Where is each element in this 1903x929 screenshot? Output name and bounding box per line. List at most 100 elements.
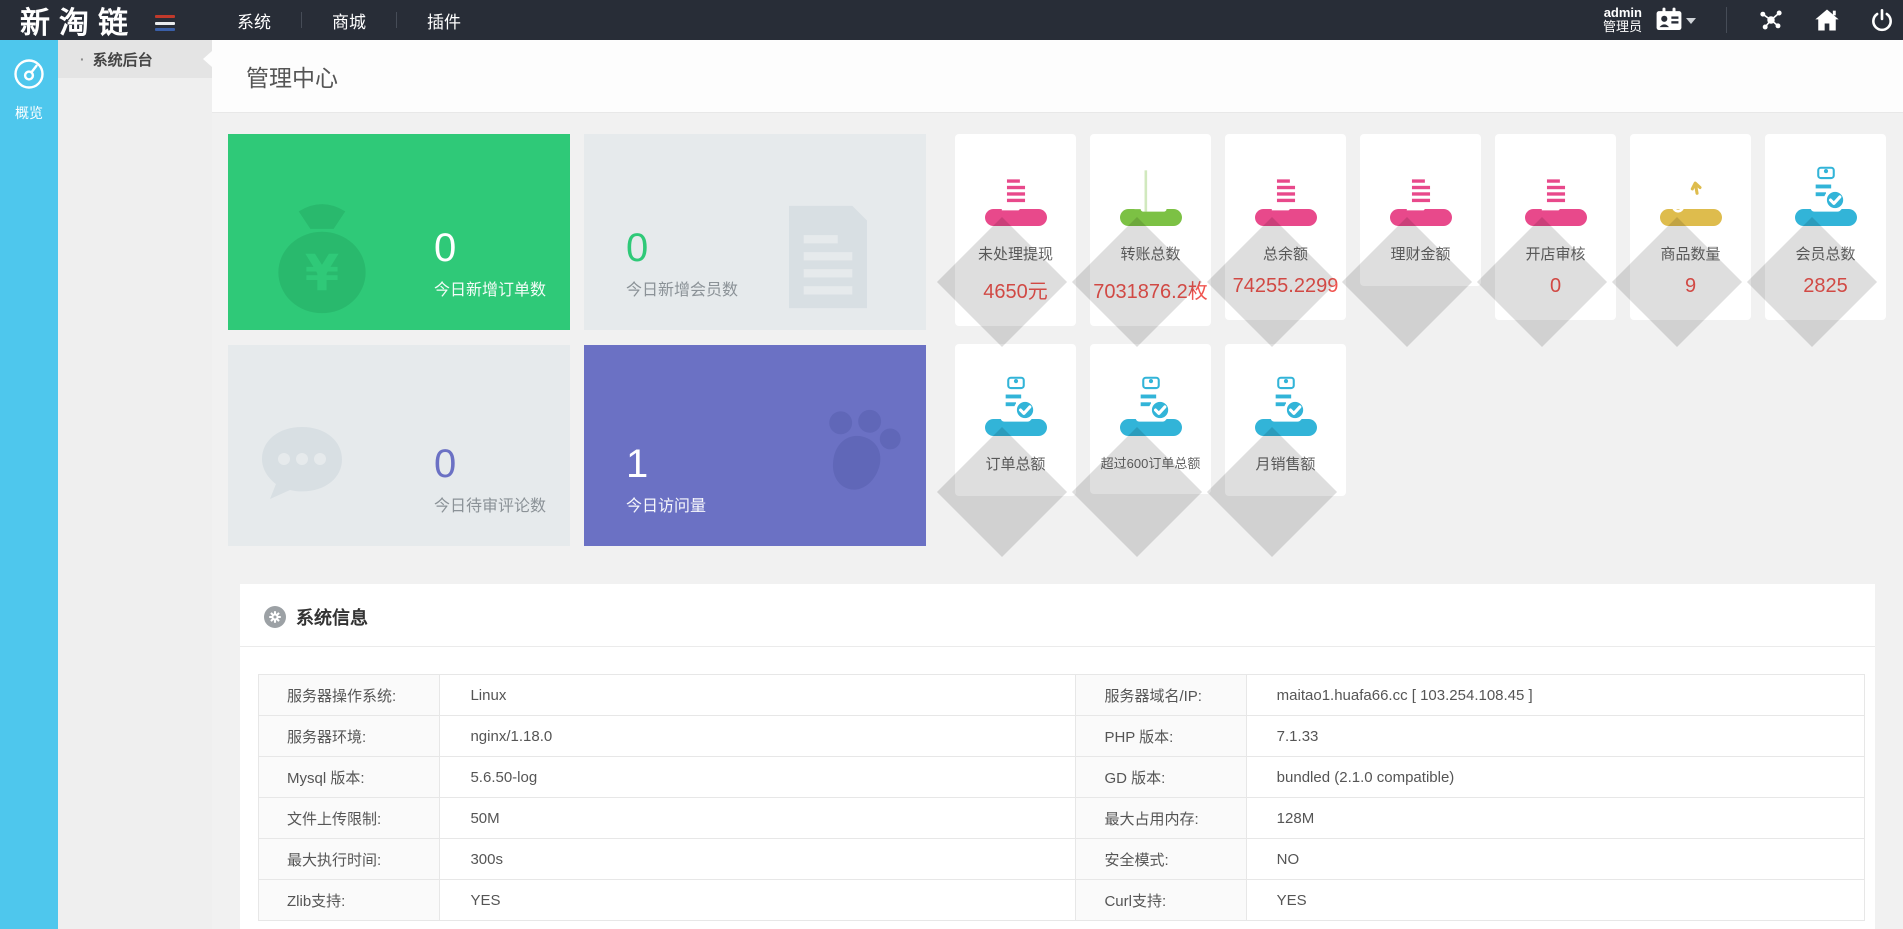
clipboard-check-icon bbox=[1119, 376, 1182, 436]
panel-header: 系统信息 bbox=[240, 584, 1875, 647]
table-row: 最大执行时间: 300s 安全模式: NO bbox=[257, 838, 1866, 880]
table-row: 文件上传限制: 50M 最大占用内存: 128M bbox=[257, 797, 1866, 839]
active-arrow-icon bbox=[203, 51, 212, 67]
card-monthly-sales[interactable]: 月销售额 bbox=[1225, 344, 1346, 496]
svg-text:¥: ¥ bbox=[305, 244, 339, 302]
panel-title: 系统信息 bbox=[296, 608, 368, 628]
table-row: 服务器环境: nginx/1.18.0 PHP 版本: 7.1.33 bbox=[257, 715, 1866, 757]
tile-label: 今日访问量 bbox=[626, 498, 707, 515]
main: 管理中心 ¥ 0 今日新增订单数 0 今日新增会员数 0 今日待审评论数 1 今… bbox=[212, 40, 1903, 929]
top-menu-plugins[interactable]: 插件 bbox=[397, 0, 491, 40]
tile-value: 0 bbox=[626, 226, 649, 270]
top-menu-mall[interactable]: 商城 bbox=[302, 0, 396, 40]
gear-icon bbox=[264, 606, 286, 628]
tile-new-orders: ¥ 0 今日新增订单数 bbox=[228, 134, 570, 330]
info-value: NO bbox=[1245, 838, 1866, 880]
collapse-menu-icon[interactable] bbox=[155, 15, 175, 31]
tile-today-visits: 1 今日访问量 bbox=[584, 345, 926, 546]
notebook-icon bbox=[1119, 170, 1182, 226]
share-nodes-icon[interactable] bbox=[1757, 6, 1785, 34]
topbar-divider bbox=[1726, 7, 1727, 33]
card-wealth-amount[interactable]: 理财金额 bbox=[1360, 134, 1481, 286]
info-key: GD 版本: bbox=[1075, 756, 1247, 798]
power-icon[interactable] bbox=[1869, 7, 1895, 33]
topbar: 新淘链 系统 商城 插件 admin 管理员 bbox=[0, 0, 1903, 40]
table-row: Mysql 版本: 5.6.50-log GD 版本: bundled (2.1… bbox=[257, 756, 1866, 798]
card-product-count[interactable]: 商品数量 9 bbox=[1630, 134, 1751, 320]
top-menu: 系统 商城 插件 bbox=[207, 0, 491, 40]
info-value: 300s bbox=[439, 838, 1077, 880]
card-pending-withdrawals[interactable]: 未处理提现 4650元 bbox=[955, 134, 1076, 326]
info-key: 最大占用内存: bbox=[1075, 797, 1247, 839]
bullet-icon: · bbox=[80, 51, 85, 67]
stat-tiles: ¥ 0 今日新增订单数 0 今日新增会员数 0 今日待审评论数 1 今日访问量 bbox=[228, 134, 926, 546]
sidebar: 概览 bbox=[0, 40, 58, 929]
document-icon bbox=[1524, 171, 1587, 226]
tile-value: 1 bbox=[626, 442, 649, 486]
info-key: Mysql 版本: bbox=[257, 756, 441, 798]
paw-icon bbox=[810, 403, 910, 504]
system-info-panel: 系统信息 服务器操作系统: Linux 服务器域名/IP: maitao1.hu… bbox=[240, 584, 1875, 929]
tile-label: 今日待审评论数 bbox=[434, 498, 547, 515]
id-card-icon[interactable] bbox=[1654, 7, 1684, 33]
info-value: YES bbox=[1245, 879, 1866, 921]
content: ¥ 0 今日新增订单数 0 今日新增会员数 0 今日待审评论数 1 今日访问量 … bbox=[212, 113, 1903, 929]
topbar-right: admin 管理员 bbox=[1603, 6, 1903, 34]
user-role: 管理员 bbox=[1602, 19, 1642, 34]
info-key: Zlib支持: bbox=[257, 879, 441, 921]
info-value: 50M bbox=[439, 797, 1077, 839]
clipboard-check-icon bbox=[984, 376, 1047, 436]
money-bag-icon: ¥ bbox=[252, 191, 392, 324]
tile-value: 0 bbox=[434, 226, 457, 270]
info-key: PHP 版本: bbox=[1075, 715, 1247, 757]
document-icon bbox=[778, 201, 878, 318]
card-over-600-order-total[interactable]: 超过600订单总额 bbox=[1090, 344, 1211, 494]
info-value: YES bbox=[439, 879, 1077, 921]
document-icon bbox=[984, 171, 1047, 226]
sidebar-item-label: 概览 bbox=[15, 105, 43, 121]
info-key: Curl支持: bbox=[1075, 879, 1247, 921]
hand-truck-icon bbox=[1659, 168, 1722, 226]
card-transfer-total[interactable]: 转账总数 7031876.2枚 bbox=[1090, 134, 1211, 326]
table-row: Zlib支持: YES Curl支持: YES bbox=[257, 879, 1866, 921]
info-value: maitao1.huafa66.cc [ 103.254.108.45 ] bbox=[1245, 674, 1866, 716]
card-member-total[interactable]: 会员总数 2825 bbox=[1765, 134, 1886, 320]
submenu-item-label: 系统后台 bbox=[92, 51, 153, 69]
tile-value: 0 bbox=[434, 442, 457, 486]
clipboard-check-icon bbox=[1254, 376, 1317, 436]
gauge-icon bbox=[11, 56, 47, 97]
card-order-total[interactable]: 订单总额 bbox=[955, 344, 1076, 496]
top-menu-system[interactable]: 系统 bbox=[207, 0, 301, 40]
user-info[interactable]: admin 管理员 bbox=[1603, 6, 1642, 34]
info-key: 服务器环境: bbox=[257, 715, 441, 757]
card-total-balance[interactable]: 总余额 74255.2299 bbox=[1225, 134, 1346, 320]
system-info-table: 服务器操作系统: Linux 服务器域名/IP: maitao1.huafa66… bbox=[240, 647, 1875, 929]
info-value: bundled (2.1.0 compatible) bbox=[1245, 756, 1866, 798]
info-value: 7.1.33 bbox=[1245, 715, 1866, 757]
info-value: Linux bbox=[439, 674, 1077, 716]
app-logo[interactable]: 新淘链 bbox=[0, 0, 147, 42]
document-icon bbox=[1389, 171, 1452, 226]
submenu-item-system-backend[interactable]: · 系统后台 bbox=[58, 40, 212, 78]
info-key: 安全模式: bbox=[1075, 838, 1247, 880]
info-value: 128M bbox=[1245, 797, 1866, 839]
clipboard-check-icon bbox=[1794, 166, 1857, 226]
page-title: 管理中心 bbox=[246, 65, 338, 91]
info-key: 服务器域名/IP: bbox=[1075, 674, 1247, 716]
tile-new-members: 0 今日新增会员数 bbox=[584, 134, 926, 330]
card-shop-review[interactable]: 开店审核 0 bbox=[1495, 134, 1616, 320]
sidebar-item-overview[interactable]: 概览 bbox=[0, 40, 58, 123]
info-value: nginx/1.18.0 bbox=[439, 715, 1077, 757]
quick-cards: 未处理提现 4650元 bbox=[955, 134, 1886, 496]
tile-label: 今日新增订单数 bbox=[434, 282, 547, 299]
tile-pending-comments: 0 今日待审评论数 bbox=[228, 345, 570, 546]
info-key: 最大执行时间: bbox=[257, 838, 441, 880]
document-icon bbox=[1254, 171, 1317, 226]
table-row: 服务器操作系统: Linux 服务器域名/IP: maitao1.huafa66… bbox=[257, 674, 1866, 716]
tile-label: 今日新增会员数 bbox=[626, 282, 739, 299]
home-icon[interactable] bbox=[1813, 6, 1841, 34]
submenu: · 系统后台 bbox=[58, 40, 212, 929]
chat-bubble-icon bbox=[258, 423, 346, 512]
info-value: 5.6.50-log bbox=[439, 756, 1077, 798]
caret-down-icon[interactable] bbox=[1686, 18, 1696, 24]
